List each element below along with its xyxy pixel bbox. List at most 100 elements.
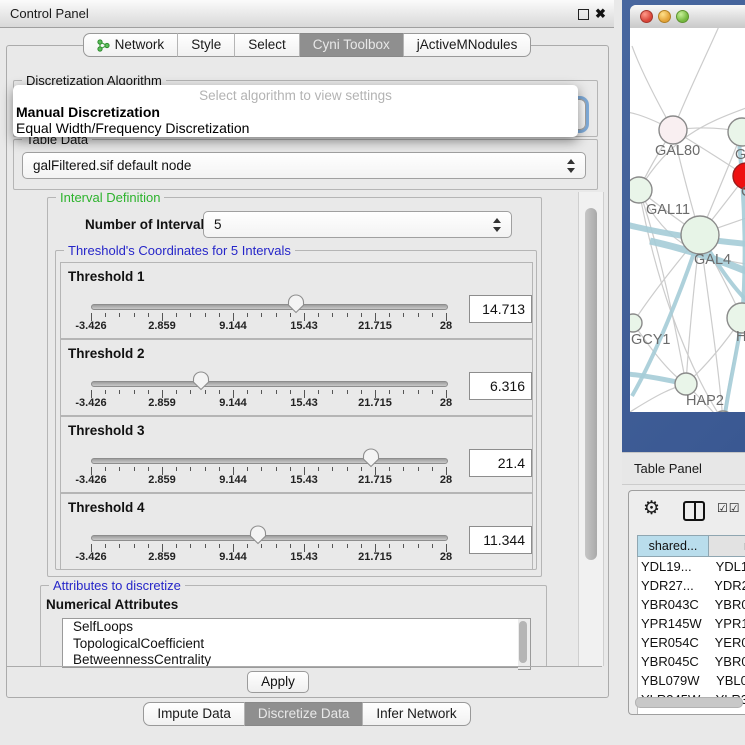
attribute-item[interactable]: SelfLoops (63, 619, 518, 636)
attribute-item[interactable]: TopologicalCoefficient (63, 636, 518, 653)
table-row[interactable]: YIL052CYIL0 (638, 709, 745, 714)
table-row[interactable]: YBL079WYBL0 (638, 671, 745, 690)
threshold-label: Threshold 3 (68, 423, 145, 438)
slider-thumb[interactable] (362, 448, 380, 468)
slider-tick (290, 390, 291, 394)
slider-tick (332, 313, 333, 317)
slider-scale-label: 21.715 (358, 397, 392, 409)
table-panel: ⚙ ☑☑ shared...n YDL19...YDL1YDR27...YDR2… (628, 490, 745, 715)
cell-shared-name: YDR27... (638, 576, 709, 595)
network-view-panel: GAL80GACGAL11GAL4HGCY1HAP2 (622, 0, 745, 452)
control-panel-titlebar: Control Panel ✖ (0, 0, 614, 28)
attributes-list-scrollbar[interactable] (518, 618, 531, 670)
slider-tick (134, 467, 135, 471)
slider-tick (432, 390, 433, 394)
slider-scale-label: -3.426 (75, 551, 106, 563)
apply-button[interactable]: Apply (247, 671, 309, 693)
checkboxes-icon[interactable]: ☑☑ (717, 501, 741, 515)
column-header[interactable]: n (709, 535, 745, 557)
column-header[interactable]: shared... (637, 535, 709, 557)
tab-label: Select (248, 34, 286, 56)
slider-tick (148, 390, 149, 394)
num-intervals-spinner[interactable]: 5 (203, 211, 512, 238)
slider-tick (148, 467, 149, 471)
slider-tick (389, 467, 390, 471)
table-data-combobox[interactable]: galFiltered.sif default node (22, 152, 586, 179)
slider-scale-label: 28 (440, 474, 452, 486)
table-hscrollbar[interactable] (635, 697, 745, 707)
network-canvas[interactable]: GAL80GACGAL11GAL4HGCY1HAP2 (630, 28, 745, 412)
table-row[interactable]: YPR145WYPR1 (638, 614, 745, 633)
tab-impute-data[interactable]: Impute Data (143, 702, 245, 726)
cell-shared-name: YIL052C (638, 709, 713, 714)
slider-track[interactable] (91, 535, 448, 541)
svg-text:H: H (736, 329, 745, 345)
cell-name: YBR0 (710, 652, 745, 671)
threshold-value-field[interactable]: 14.713 (469, 295, 532, 323)
slider-track[interactable] (91, 458, 448, 464)
tab-select[interactable]: Select (235, 33, 300, 57)
threshold-value-field[interactable]: 11.344 (469, 526, 532, 554)
slider-tick (176, 313, 177, 317)
slider-thumb[interactable] (249, 525, 267, 545)
slider-tick (247, 390, 248, 394)
threshold-panel-3: Threshold 3-3.4262.8599.14415.4321.71528… (60, 416, 533, 493)
slider-tick (347, 467, 348, 471)
num-intervals-label: Number of Intervals (85, 217, 212, 232)
numerical-attributes-label: Numerical Attributes (46, 597, 178, 612)
panel-scrollbar-track[interactable] (578, 192, 604, 666)
slider-tick (219, 467, 220, 471)
zoom-traffic-light-icon[interactable] (676, 10, 689, 23)
table-row[interactable]: YDL19...YDL1 (638, 557, 745, 576)
combo-stepper-icon (567, 159, 576, 173)
slider-track[interactable] (91, 304, 448, 310)
tab-network[interactable]: Network (83, 33, 179, 57)
slider-scale-label: 28 (440, 397, 452, 409)
svg-text:C: C (741, 184, 745, 200)
close-icon[interactable]: ✖ (595, 4, 606, 23)
table-row[interactable]: YER054CYER0 (638, 633, 745, 652)
table-row[interactable]: YBR043CYBR0 (638, 595, 745, 614)
slider-tick (261, 313, 262, 317)
slider-tick (389, 390, 390, 394)
cell-shared-name: YBR043C (638, 595, 710, 614)
threshold-value-field[interactable]: 21.4 (469, 449, 532, 477)
tab-infer-network[interactable]: Infer Network (363, 702, 470, 726)
tab-cyni-toolbox[interactable]: Cyni Toolbox (300, 33, 404, 57)
cell-name: YBR0 (710, 595, 745, 614)
float-window-icon[interactable] (578, 9, 589, 20)
slider-thumb[interactable] (192, 371, 210, 391)
cell-name: YIL0 (713, 709, 745, 714)
svg-text:GAL4: GAL4 (694, 252, 731, 268)
tab-discretize-data[interactable]: Discretize Data (245, 702, 364, 726)
panel-scrollbar-thumb[interactable] (585, 208, 597, 560)
slider-tick (247, 313, 248, 317)
slider-tick (318, 544, 319, 548)
gear-icon[interactable]: ⚙ (643, 497, 660, 520)
tab-jactivemnodules[interactable]: jActiveMNodules (404, 33, 532, 57)
slider-thumb[interactable] (287, 294, 305, 314)
tab-style[interactable]: Style (178, 33, 235, 57)
slider-tick (205, 313, 206, 317)
table-row[interactable]: YDR27...YDR2 (638, 576, 745, 595)
table-row[interactable]: YBR045CYBR0 (638, 652, 745, 671)
slider-scale-label: 2.859 (148, 320, 176, 332)
algorithm-option[interactable]: Manual Discretization (16, 104, 160, 120)
numerical-attributes-list[interactable]: SelfLoopsTopologicalCoefficientBetweenne… (62, 618, 519, 668)
slider-tick (432, 313, 433, 317)
attributes-group-label: Attributes to discretize (49, 578, 185, 593)
window-title: Control Panel (10, 0, 89, 27)
slider-track[interactable] (91, 381, 448, 387)
slider-tick (347, 544, 348, 548)
slider-tick (105, 544, 106, 548)
close-traffic-light-icon[interactable] (640, 10, 653, 23)
minimize-traffic-light-icon[interactable] (658, 10, 671, 23)
cell-shared-name: YBL079W (638, 671, 711, 690)
slider-tick (318, 467, 319, 471)
algorithm-option[interactable]: Equal Width/Frequency Discretization (16, 120, 249, 136)
split-columns-icon[interactable] (683, 501, 705, 521)
slider-scale-label: 21.715 (358, 551, 392, 563)
threshold-value-field[interactable]: 6.316 (469, 372, 532, 400)
slider-tick (276, 313, 277, 317)
slider-tick (389, 313, 390, 317)
